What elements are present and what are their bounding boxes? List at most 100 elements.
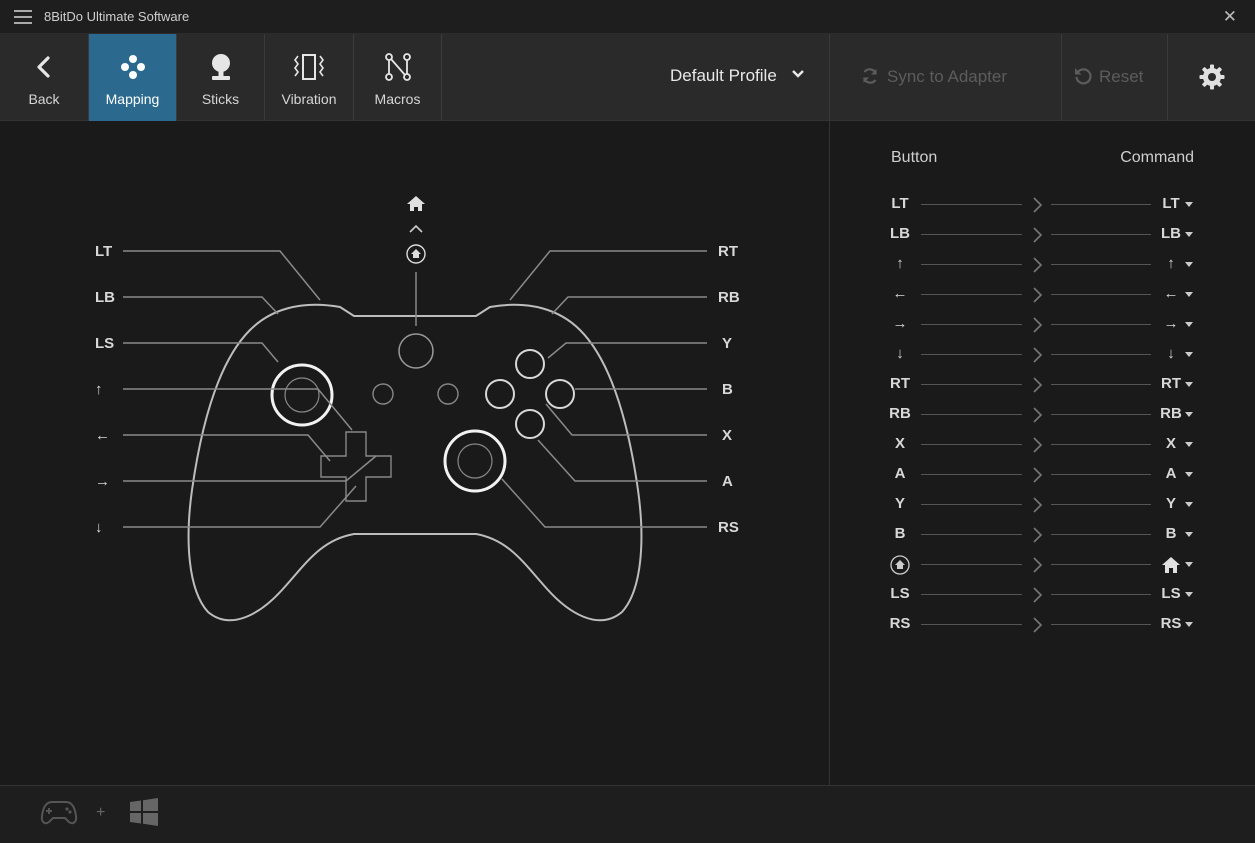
mapping-source: RB bbox=[889, 405, 911, 422]
chevron-right-icon bbox=[1030, 436, 1044, 454]
command-select[interactable]: → bbox=[1153, 315, 1189, 332]
sync-label: Sync to Adapter bbox=[887, 67, 1008, 86]
mapping-row: LS LS bbox=[830, 580, 1255, 610]
home-button[interactable] bbox=[406, 244, 426, 264]
connector-line bbox=[1051, 624, 1151, 625]
chevron-right-icon bbox=[1030, 256, 1044, 274]
profile-dropdown[interactable]: Default Profile bbox=[655, 34, 829, 121]
back-label: Back bbox=[28, 91, 60, 107]
caret-down-icon[interactable] bbox=[1185, 472, 1193, 477]
mapping-source: A bbox=[894, 465, 906, 482]
command-select[interactable]: Y bbox=[1153, 495, 1189, 512]
tab-vibration[interactable]: Vibration bbox=[265, 34, 354, 121]
vibration-icon bbox=[265, 52, 353, 82]
chevron-right-icon bbox=[1030, 346, 1044, 364]
command-select[interactable]: ↑ bbox=[1153, 255, 1189, 272]
label-ls: LS bbox=[95, 335, 114, 352]
connector-line bbox=[921, 624, 1022, 625]
chevron-up-icon bbox=[409, 224, 423, 233]
profile-label: Default Profile bbox=[670, 66, 777, 85]
command-select[interactable]: X bbox=[1153, 435, 1189, 452]
tab-macros-label: Macros bbox=[374, 91, 421, 107]
label-y: Y bbox=[722, 335, 732, 352]
macro-nodes-icon bbox=[354, 52, 441, 82]
reset-button[interactable]: Reset bbox=[1062, 34, 1168, 121]
connector-line bbox=[1051, 594, 1151, 595]
command-select[interactable]: B bbox=[1153, 525, 1189, 542]
command-select[interactable]: LT bbox=[1153, 195, 1189, 212]
caret-down-icon[interactable] bbox=[1185, 322, 1193, 327]
mapping-panel: Button Command LT LT LB LB ↑ ↑ ← ← → → ↓ ↓ RT RT RB RB X… bbox=[829, 121, 1255, 785]
label-up: ↑ bbox=[95, 381, 103, 398]
chevron-right-icon bbox=[1030, 466, 1044, 484]
right-stick[interactable] bbox=[443, 429, 507, 493]
hamburger-menu-icon[interactable] bbox=[14, 10, 32, 24]
label-rs: RS bbox=[718, 519, 739, 536]
mapping-source: X bbox=[894, 435, 905, 452]
dots-icon bbox=[89, 52, 176, 82]
back-button[interactable]: Back bbox=[0, 34, 89, 121]
x-button[interactable] bbox=[485, 379, 515, 409]
tab-sticks[interactable]: Sticks bbox=[177, 34, 265, 121]
tab-mapping[interactable]: Mapping bbox=[89, 34, 177, 121]
sync-to-adapter-button[interactable]: Sync to Adapter bbox=[829, 34, 1062, 121]
label-x: X bbox=[722, 427, 732, 444]
home-icon bbox=[885, 555, 915, 579]
app-title: 8BitDo Ultimate Software bbox=[44, 9, 190, 24]
connector-line bbox=[921, 384, 1022, 385]
mapping-row: LB LB bbox=[830, 220, 1255, 250]
caret-down-icon[interactable] bbox=[1185, 352, 1193, 357]
gamepad-icon bbox=[40, 801, 78, 825]
caret-down-icon[interactable] bbox=[1185, 442, 1193, 447]
menu-button[interactable] bbox=[437, 383, 459, 405]
connector-line bbox=[1051, 564, 1151, 565]
caret-down-icon[interactable] bbox=[1185, 532, 1193, 537]
a-button[interactable] bbox=[515, 409, 545, 439]
label-lt: LT bbox=[95, 243, 112, 260]
mapping-row: RS RS bbox=[830, 610, 1255, 640]
chevron-right-icon bbox=[1030, 316, 1044, 334]
guide-button[interactable] bbox=[398, 333, 434, 369]
chevron-down-icon bbox=[792, 70, 804, 78]
connector-line bbox=[1051, 474, 1151, 475]
command-select[interactable]: LS bbox=[1153, 585, 1189, 602]
b-button[interactable] bbox=[545, 379, 575, 409]
caret-down-icon[interactable] bbox=[1185, 292, 1193, 297]
y-button[interactable] bbox=[515, 349, 545, 379]
label-right: → bbox=[95, 473, 110, 490]
connector-line bbox=[921, 444, 1022, 445]
connector-line bbox=[1051, 534, 1151, 535]
command-select[interactable] bbox=[1153, 556, 1189, 578]
connector-line bbox=[921, 324, 1022, 325]
caret-down-icon[interactable] bbox=[1185, 622, 1193, 627]
tab-macros[interactable]: Macros bbox=[354, 34, 442, 121]
mapping-row: YY bbox=[830, 490, 1255, 520]
dpad[interactable] bbox=[320, 431, 392, 502]
command-select[interactable]: LB bbox=[1153, 225, 1189, 242]
command-select[interactable]: RB bbox=[1153, 405, 1189, 422]
chevron-right-icon bbox=[1030, 526, 1044, 544]
command-select[interactable]: A bbox=[1153, 465, 1189, 482]
mapping-source: ↓ bbox=[896, 345, 904, 362]
caret-down-icon[interactable] bbox=[1185, 382, 1193, 387]
command-select[interactable]: ← bbox=[1153, 285, 1189, 302]
mapping-row: BB bbox=[830, 520, 1255, 550]
connector-line bbox=[921, 204, 1022, 205]
caret-down-icon[interactable] bbox=[1185, 562, 1193, 567]
caret-down-icon[interactable] bbox=[1185, 202, 1193, 207]
chevron-right-icon bbox=[1030, 556, 1044, 574]
caret-down-icon[interactable] bbox=[1185, 592, 1193, 597]
sync-icon bbox=[862, 68, 878, 84]
command-select[interactable]: ↓ bbox=[1153, 345, 1189, 362]
caret-down-icon[interactable] bbox=[1185, 262, 1193, 267]
caret-down-icon[interactable] bbox=[1185, 412, 1193, 417]
command-select[interactable]: RS bbox=[1153, 615, 1189, 632]
connector-line bbox=[1051, 384, 1151, 385]
settings-button[interactable] bbox=[1168, 34, 1255, 121]
caret-down-icon[interactable] bbox=[1185, 232, 1193, 237]
caret-down-icon[interactable] bbox=[1185, 502, 1193, 507]
command-select[interactable]: RT bbox=[1153, 375, 1189, 392]
close-icon[interactable]: ✕ bbox=[1223, 8, 1237, 25]
mapping-source: B bbox=[894, 525, 906, 542]
view-button[interactable] bbox=[372, 383, 394, 405]
